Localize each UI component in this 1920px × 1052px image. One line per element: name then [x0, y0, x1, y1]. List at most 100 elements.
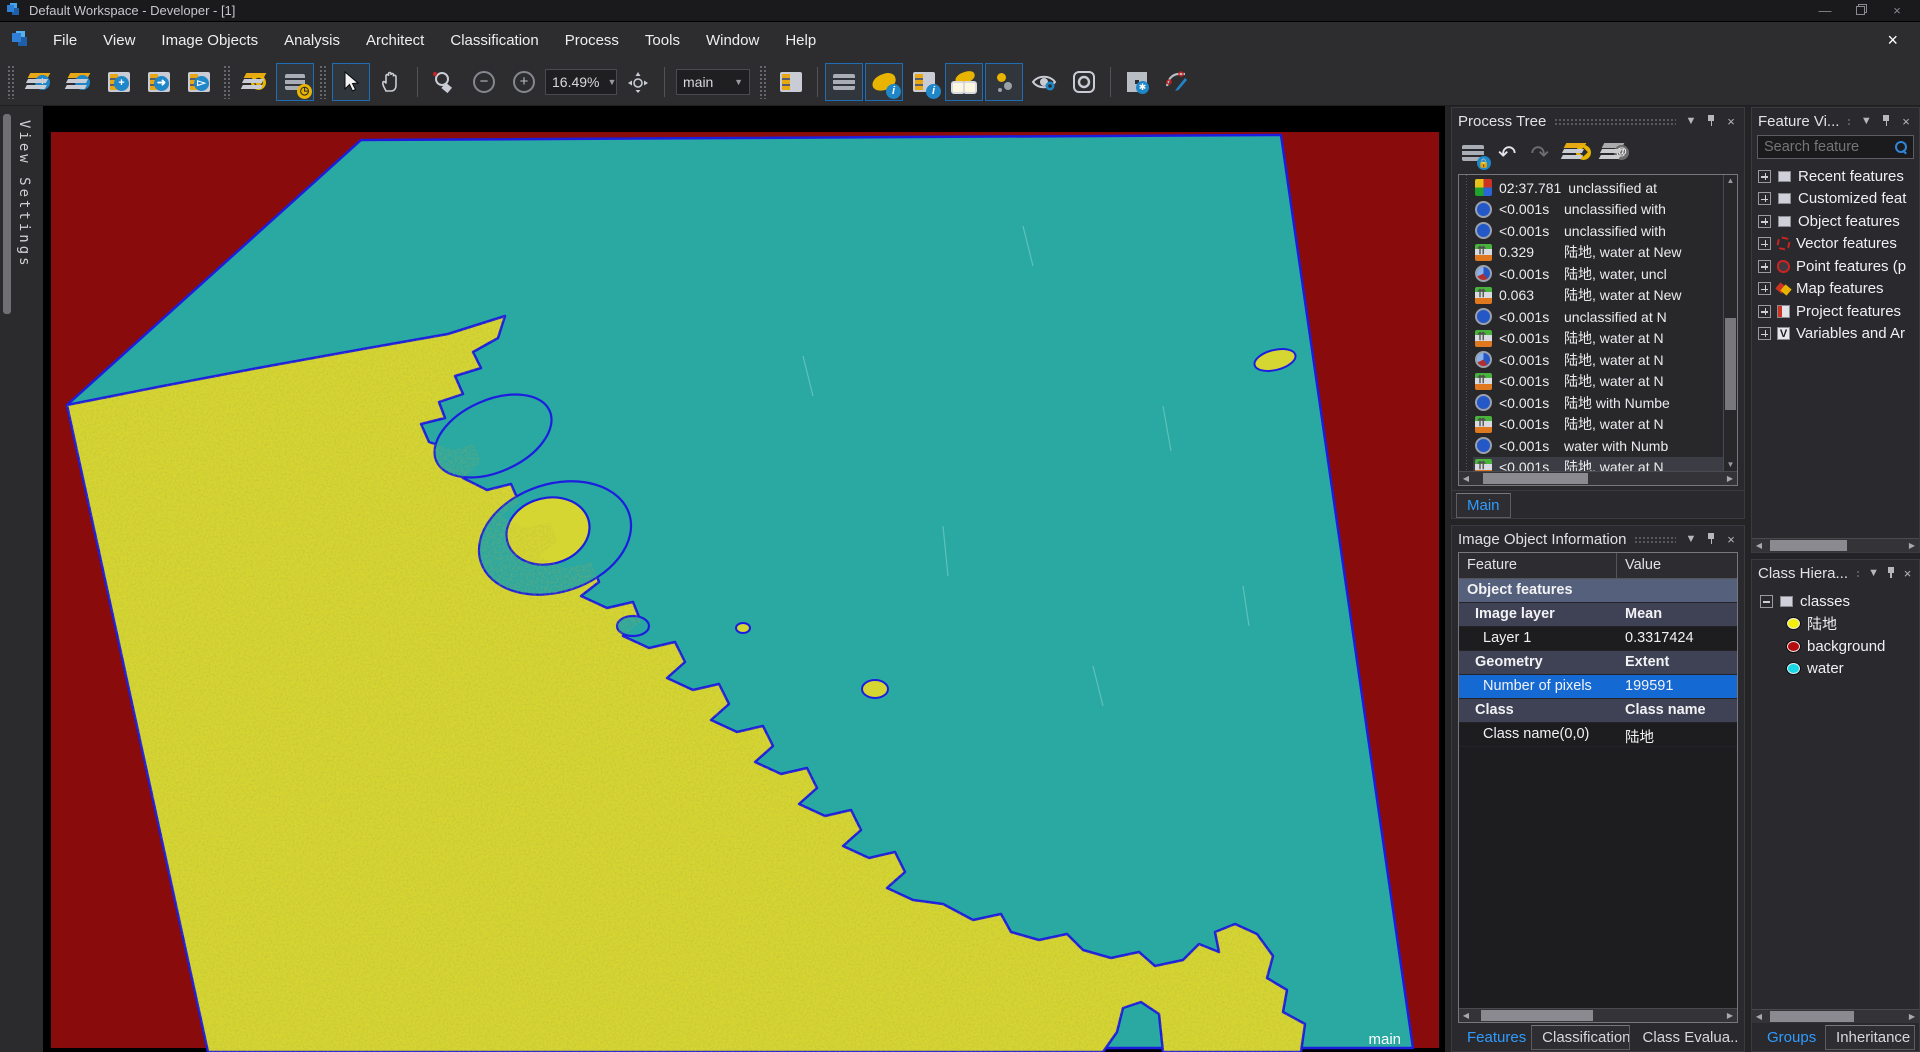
ioi-row[interactable]: Class name(0,0) 陆地 — [1459, 723, 1737, 747]
ioi-tab[interactable]: Classification — [1531, 1025, 1629, 1050]
menu-analysis[interactable]: Analysis — [271, 26, 353, 55]
zoom-out-button[interactable]: − — [465, 63, 503, 101]
redo-button[interactable]: ↷ — [1530, 143, 1548, 165]
process-tree-toggle-button[interactable]: ◷ — [276, 63, 314, 101]
expand-icon[interactable] — [1758, 305, 1771, 318]
show-classification-button[interactable] — [945, 63, 983, 101]
process-tree-row[interactable]: 0.329 陆地, water at New — [1473, 242, 1723, 264]
ioi-row[interactable]: Object features — [1459, 579, 1737, 603]
panel-pin-button[interactable] — [1704, 114, 1718, 129]
toolbar-grip[interactable] — [759, 65, 767, 99]
feature-tree-item[interactable]: Point features (p — [1758, 255, 1919, 278]
feature-search-input[interactable] — [1764, 139, 1889, 155]
feature-tree-item[interactable]: Recent features — [1758, 165, 1919, 188]
panel-close-button[interactable]: × — [1724, 114, 1738, 129]
ioi-row[interactable]: Geometry Extent — [1459, 651, 1737, 675]
scroll-right-icon[interactable]: ▶ — [1905, 1012, 1919, 1021]
process-tree-row[interactable]: <0.001s 陆地, water at N — [1473, 414, 1723, 436]
panel-close-button[interactable]: × — [1899, 114, 1913, 129]
menu-architect[interactable]: Architect — [353, 26, 437, 55]
feature-tree-item[interactable]: Map features — [1758, 278, 1919, 301]
scroll-right-icon[interactable]: ▶ — [1905, 541, 1919, 550]
ioi-row[interactable]: Class Class name — [1459, 699, 1737, 723]
panel-pin-button[interactable] — [1885, 566, 1896, 581]
panel-menu-button[interactable]: ▼ — [1868, 567, 1879, 579]
menu-tools[interactable]: Tools — [632, 26, 693, 55]
menu-window[interactable]: Window — [693, 26, 772, 55]
minimize-button[interactable]: — — [1818, 3, 1832, 18]
map-select[interactable]: main ▼ — [676, 69, 750, 95]
ioi-row[interactable]: Layer 1 0.3317424 — [1459, 627, 1737, 651]
close-button[interactable]: × — [1890, 3, 1904, 18]
load-ruleset-button[interactable]: ◷ — [236, 63, 274, 101]
scroll-right-icon[interactable]: ▶ — [1723, 474, 1737, 483]
view-settings-tab[interactable]: View Settings — [16, 120, 32, 269]
feature-tree-item[interactable]: Vector features — [1758, 233, 1919, 256]
process-tree-row[interactable]: <0.001s 陆地, water at N — [1473, 457, 1723, 472]
view-settings-tab-bar[interactable] — [3, 114, 11, 314]
map-viewer[interactable]: main — [43, 106, 1445, 1052]
panel-pin-button[interactable] — [1704, 532, 1718, 547]
feature-view-hscrollbar[interactable]: ◀ ▶ — [1752, 538, 1919, 552]
scroll-right-icon[interactable]: ▶ — [1723, 1011, 1737, 1020]
ioi-tab[interactable]: Features — [1456, 1025, 1529, 1050]
ioi-hscrollbar[interactable]: ◀ ▶ — [1459, 1008, 1737, 1022]
document-close-button[interactable]: × — [1873, 30, 1912, 51]
ioi-row[interactable]: Image layer Mean — [1459, 603, 1737, 627]
panel-menu-button[interactable]: ▼ — [1859, 115, 1873, 127]
magnify-window-button[interactable] — [1065, 63, 1103, 101]
process-tree-row[interactable]: <0.001s unclassified with — [1473, 220, 1723, 242]
scroll-left-icon[interactable]: ◀ — [1459, 1011, 1473, 1020]
navigate-button[interactable] — [619, 63, 657, 101]
class-hierarchy-hscrollbar[interactable]: ◀ ▶ — [1752, 1009, 1919, 1023]
ioi-col-feature[interactable]: Feature — [1459, 553, 1617, 578]
new-project-button[interactable]: + — [20, 63, 58, 101]
ioi-tab[interactable]: Class Evalua... — [1632, 1025, 1740, 1050]
ruleset-stack-button[interactable]: ◆ — [1563, 143, 1587, 165]
menu-classification[interactable]: Classification — [437, 26, 551, 55]
process-tree-hscrollbar[interactable]: ◀ ▶ — [1459, 471, 1737, 485]
process-tree-row[interactable]: <0.001s unclassified with — [1473, 199, 1723, 221]
toolbar-grip[interactable] — [319, 65, 327, 99]
zoom-area-button[interactable] — [425, 63, 463, 101]
save-project-button[interactable]: ▪ — [60, 63, 98, 101]
show-preview-button[interactable] — [1025, 63, 1063, 101]
menu-image-objects[interactable]: Image Objects — [148, 26, 271, 55]
class-hierarchy-tab[interactable]: Inheritance — [1825, 1025, 1915, 1050]
process-tree-main-tab[interactable]: Main — [1456, 493, 1511, 518]
ioi-row[interactable]: Number of pixels 199591 — [1459, 675, 1737, 699]
panel-close-button[interactable]: × — [1902, 566, 1913, 581]
open-project-button[interactable]: ▻ — [180, 63, 218, 101]
expand-icon[interactable] — [1758, 192, 1771, 205]
panel-menu-button[interactable]: ▼ — [1684, 115, 1698, 127]
toolbar-grip[interactable] — [7, 65, 15, 99]
expand-icon[interactable] — [1758, 282, 1771, 295]
process-tree-row[interactable]: 02:37.781 unclassified at — [1473, 177, 1723, 199]
object-links-button[interactable] — [985, 63, 1023, 101]
process-tree-row[interactable]: <0.001s unclassified at N — [1473, 306, 1723, 328]
side-by-side-view-button[interactable]: i — [905, 63, 943, 101]
feature-search-box[interactable] — [1757, 135, 1914, 159]
snippets-button[interactable]: @ — [1601, 143, 1625, 165]
expand-icon[interactable] — [1758, 237, 1771, 250]
panel-pin-button[interactable] — [1879, 114, 1893, 129]
scroll-up-icon[interactable]: ▲ — [1727, 175, 1735, 187]
process-tree-row[interactable]: <0.001s 陆地, water at N — [1473, 328, 1723, 350]
scroll-down-icon[interactable]: ▼ — [1727, 459, 1735, 471]
scroll-left-icon[interactable]: ◀ — [1752, 1012, 1766, 1021]
zoom-in-button[interactable]: + — [505, 63, 543, 101]
process-tree-vscrollbar[interactable]: ▲ ▼ — [1723, 175, 1737, 471]
panel-drag-handle[interactable] — [1847, 118, 1851, 125]
panel-menu-button[interactable]: ▼ — [1684, 533, 1698, 545]
single-layout-button[interactable] — [772, 63, 810, 101]
panel-drag-handle[interactable] — [1856, 570, 1860, 577]
menu-view[interactable]: View — [90, 26, 148, 55]
process-tree-row[interactable]: 0.063 陆地, water at New — [1473, 285, 1723, 307]
collapse-icon[interactable] — [1760, 595, 1773, 608]
undo-button[interactable]: ↶ — [1498, 143, 1516, 165]
tree-lock-button[interactable]: 🔒 — [1462, 143, 1484, 165]
view-classification-button[interactable]: i — [865, 63, 903, 101]
process-tree-row[interactable]: <0.001s 陆地, water at N — [1473, 349, 1723, 371]
panel-drag-handle[interactable] — [1634, 536, 1676, 543]
add-map-button[interactable]: + — [100, 63, 138, 101]
